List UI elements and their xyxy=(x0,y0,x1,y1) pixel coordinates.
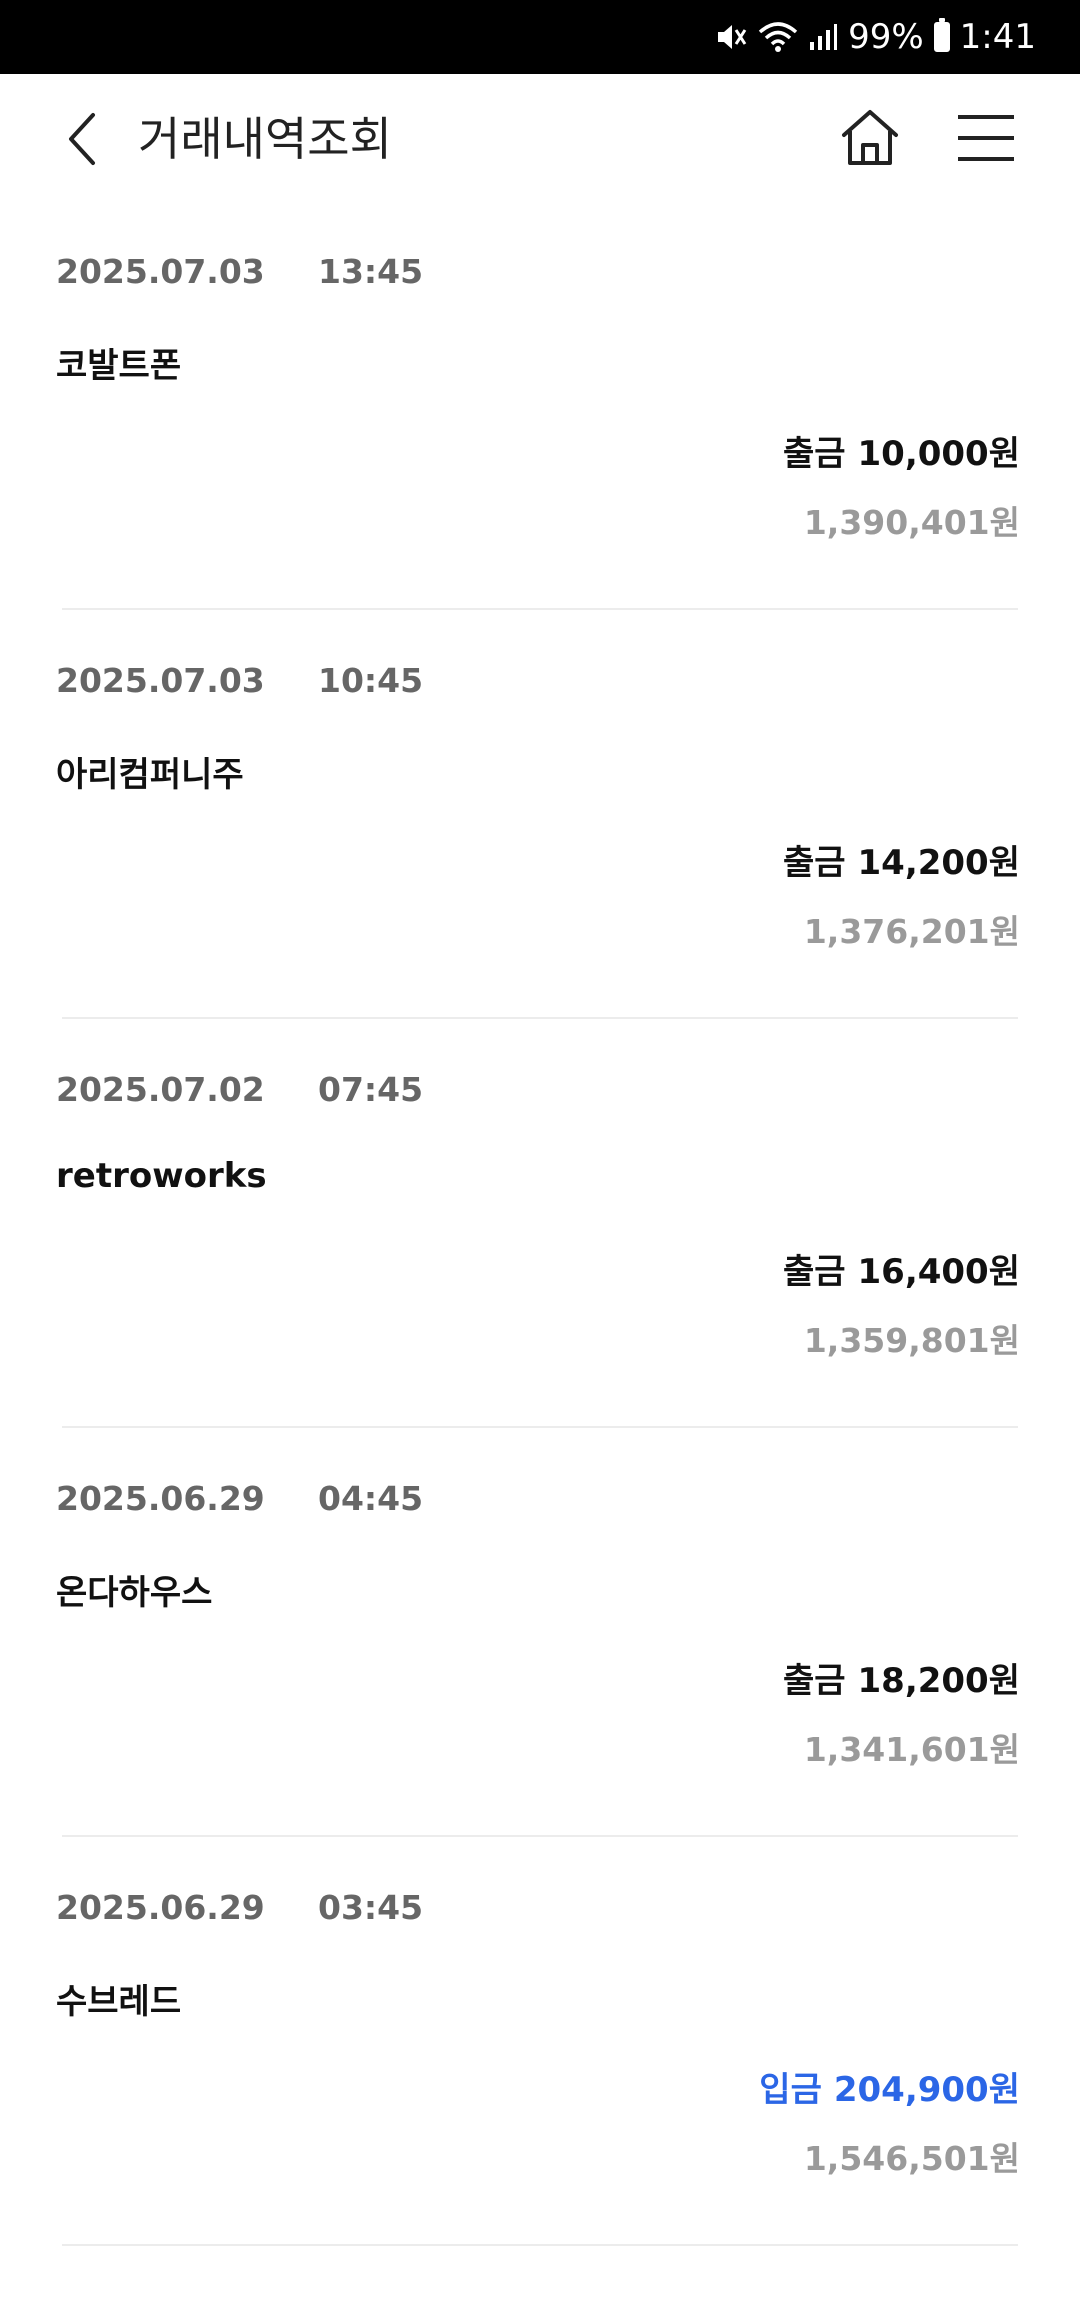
transaction-amount: 출금 16,400원 xyxy=(783,1244,1020,1293)
signal-icon xyxy=(808,22,838,52)
transaction-merchant: retroworks xyxy=(56,1156,267,1196)
battery-icon xyxy=(933,18,950,52)
divider xyxy=(62,1835,1018,1837)
transaction-row[interactable]: 2025.06.29 03:45 수브레드 입금 204,900원 1,546,5… xyxy=(0,1838,1080,2247)
transaction-type: 출금 xyxy=(782,434,846,474)
divider xyxy=(62,2244,1018,2246)
transaction-date: 2025.07.03 xyxy=(56,252,265,291)
transaction-balance: 1,359,801원 xyxy=(803,1321,1020,1360)
transaction-time: 10:45 xyxy=(318,661,424,700)
transaction-type: 입금 xyxy=(759,2070,822,2110)
transaction-amount-value: 10,000원 xyxy=(857,434,1020,474)
transaction-time: 03:45 xyxy=(318,1888,424,1927)
home-icon xyxy=(842,110,898,165)
transaction-balance: 1,390,401원 xyxy=(803,503,1020,542)
transaction-date: 2025.07.03 xyxy=(56,661,265,700)
transaction-list: 2025.07.03 13:45 코발트폰 출금 10,000원 1,390,40… xyxy=(0,202,1080,2247)
transaction-amount: 출금 18,200원 xyxy=(783,1653,1020,1702)
app-header: 거래내역조회 xyxy=(0,74,1080,202)
transaction-type: 출금 xyxy=(782,1661,846,1701)
transaction-merchant: 코발트폰 xyxy=(56,346,182,386)
page-title: 거래내역조회 xyxy=(138,112,392,166)
transaction-amount-value: 16,400원 xyxy=(857,1252,1020,1292)
mute-icon xyxy=(714,20,748,54)
transaction-balance: 1,546,501원 xyxy=(803,2139,1020,2178)
back-chevron-icon xyxy=(69,113,95,165)
home-button[interactable] xyxy=(834,102,906,174)
transaction-time: 07:45 xyxy=(318,1070,424,1109)
transaction-row[interactable]: 2025.07.02 07:45 retroworks 출금 16,400원 1,… xyxy=(0,1020,1080,1429)
transaction-amount-value: 18,200원 xyxy=(857,1661,1020,1701)
wifi-icon xyxy=(758,20,798,54)
transaction-balance: 1,376,201원 xyxy=(803,912,1020,951)
transaction-amount-value: 204,900원 xyxy=(833,2070,1020,2110)
transaction-time: 13:45 xyxy=(318,252,424,291)
transaction-date: 2025.07.02 xyxy=(56,1070,265,1109)
transaction-amount: 출금 10,000원 xyxy=(783,426,1020,475)
status-icons: 99% 1:41 xyxy=(714,0,1036,74)
transaction-row[interactable]: 2025.07.03 10:45 아리컴퍼니주 출금 14,200원 1,376,… xyxy=(0,611,1080,1020)
transaction-amount: 출금 14,200원 xyxy=(783,835,1020,884)
transaction-amount: 입금 204,900원 xyxy=(759,2062,1020,2111)
transaction-merchant: 온다하우스 xyxy=(56,1573,213,1613)
divider xyxy=(62,1017,1018,1019)
transaction-merchant: 아리컴퍼니주 xyxy=(56,755,244,795)
transaction-date: 2025.06.29 xyxy=(56,1888,265,1927)
transaction-row[interactable]: 2025.06.29 04:45 온다하우스 출금 18,200원 1,341,6… xyxy=(0,1429,1080,1838)
transaction-type: 출금 xyxy=(782,1252,846,1292)
transaction-merchant: 수브레드 xyxy=(56,1982,182,2022)
transaction-date: 2025.06.29 xyxy=(56,1479,265,1518)
transaction-amount-value: 14,200원 xyxy=(857,843,1020,883)
divider xyxy=(62,1426,1018,1428)
transaction-row[interactable]: 2025.07.03 13:45 코발트폰 출금 10,000원 1,390,40… xyxy=(0,202,1080,611)
back-button[interactable] xyxy=(52,104,112,174)
status-bar: 99% 1:41 xyxy=(0,0,1080,74)
battery-percent: 99% xyxy=(848,17,924,57)
transaction-type: 출금 xyxy=(782,843,846,883)
menu-button[interactable] xyxy=(950,102,1022,174)
divider xyxy=(62,608,1018,610)
transaction-time: 04:45 xyxy=(318,1479,424,1518)
status-time: 1:41 xyxy=(959,17,1036,57)
transaction-balance: 1,341,601원 xyxy=(803,1730,1020,1769)
menu-icon xyxy=(958,115,1014,161)
